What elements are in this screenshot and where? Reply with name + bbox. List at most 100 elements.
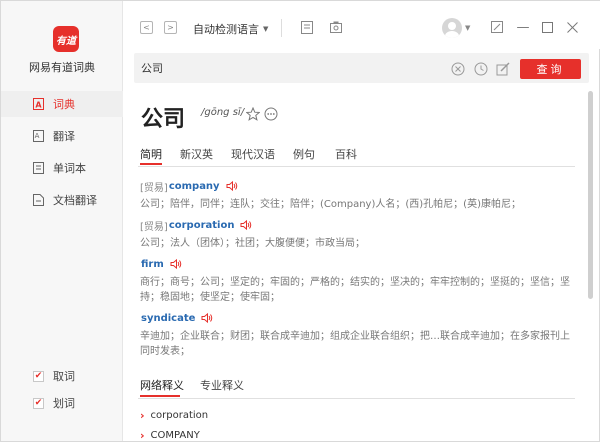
screenshot-translate-button[interactable] [329,20,343,35]
entry-definition: 公司；陪伴，同伴；连队；交往；陪伴；(Company)人名；(西)孔帕尼；(英)… [140,199,521,210]
chevron-right-icon: > [167,23,174,32]
notes-icon [301,21,313,34]
camera-icon [330,21,342,33]
translate-icon: A [33,130,44,142]
maximize-icon [541,21,553,33]
pin-icon [491,21,503,33]
entry-definition: 辛迪加；企业联合；财团；联合成辛迪加；组成企业联合组织；把…联合成辛迪加；在多家… [140,331,570,357]
speaker-icon[interactable] [170,258,182,270]
dictionary-icon: A [33,98,44,110]
scrollbar-thumb[interactable] [588,91,593,299]
chevron-down-icon[interactable]: ▼ [465,24,470,32]
tab-examples[interactable]: 例句 [293,146,315,162]
speaker-icon[interactable] [226,180,238,192]
maximize-button[interactable] [540,20,554,34]
entry-word[interactable]: company [169,181,220,192]
clear-button[interactable] [451,61,465,76]
close-button[interactable] [565,20,579,34]
sidebar-item-label: 翻译 [53,130,75,143]
chevron-right-icon: › [140,409,145,422]
list-item: [贸易] company 公司；陪伴，同伴；连队；交往；陪伴；(Company)… [140,179,575,212]
language-selector[interactable]: 自动检测语言 ▼ [193,21,268,37]
sidebar-item-wordbook[interactable]: 单词本 [1,155,123,181]
option-capture-word[interactable]: ✔ 取词 [33,369,75,383]
web-definition-word: COMPANY [150,430,200,441]
sidebar-item-translate[interactable]: A 翻译 [1,123,123,149]
option-select-word[interactable]: ✔ 划词 [33,396,75,410]
scrollbar[interactable] [588,91,593,439]
history-button[interactable] [474,61,488,76]
document-icon [33,194,44,206]
tab-concise[interactable]: 简明 [140,146,162,162]
divider [281,19,282,37]
dictionary-tabs: 简明 新汉英 现代汉语 例句 百科 [138,143,575,167]
entry-word[interactable]: syndicate [141,313,195,324]
pen-icon [496,62,510,76]
entry-definition: 商行；商号；公司；坚定的；牢固的；严格的；结实的；坚决的；牢牢控制的；坚挺的；坚… [140,277,570,303]
sidebar-item-label: 文档翻译 [53,194,97,207]
search-input[interactable] [141,60,441,76]
minimize-icon: — [516,19,530,35]
app-window: 有道 网易有道词典 A 词典 A 翻译 单词本 文档翻译 ✔ 取词 ✔ 划词 <… [0,0,600,442]
headword: 公司 [141,107,186,132]
sidebar-item-dictionary[interactable]: A 词典 [1,91,123,117]
web-definition-item[interactable]: › corporation [140,409,208,422]
tab-new-chinese-english[interactable]: 新汉英 [180,146,213,162]
sidebar-nav: A 词典 A 翻译 单词本 文档翻译 [1,91,123,219]
caret-down-icon: ▼ [263,25,269,33]
favorite-button[interactable] [245,106,261,121]
wordbook-icon [33,162,44,174]
translation-entries: [贸易] company 公司；陪伴，同伴；连队；交往；陪伴；(Company)… [140,179,575,365]
list-item: syndicate 辛迪加；企业联合；财团；联合成辛迪加；组成企业联合组织；把…… [140,311,575,359]
web-definition-word: corporation [150,410,209,421]
sidebar-item-label: 词典 [53,98,75,111]
entry-word[interactable]: firm [141,259,164,270]
back-button[interactable]: < [140,21,153,34]
top-bar: < > 自动检测语言 ▼ ▼ — [124,1,600,49]
svg-text:A: A [35,132,40,140]
sidebar-item-label: 单词本 [53,162,86,175]
chevron-left-icon: < [143,23,150,32]
pin-button[interactable] [490,20,504,34]
search-bar: 查询 [134,53,589,83]
option-label: 取词 [53,370,75,383]
tab-encyclopedia[interactable]: 百科 [335,146,357,162]
tab-professional-definitions[interactable]: 专业释义 [200,377,244,393]
entry-word[interactable]: corporation [169,220,235,231]
checkbox-select-word[interactable]: ✔ [33,397,44,409]
forward-button[interactable]: > [164,21,177,34]
user-avatar[interactable] [442,18,462,38]
clear-icon [451,62,465,76]
notes-button[interactable] [300,20,314,35]
speaker-icon[interactable] [240,219,252,231]
app-logo: 有道 [53,26,79,52]
svg-text:A: A [35,101,42,110]
list-item: firm 商行；商号；公司；坚定的；牢固的；严格的；结实的；坚决的；牢牢控制的；… [140,257,575,305]
entry-tag: [贸易] [140,221,168,233]
sidebar: 有道 网易有道词典 A 词典 A 翻译 单词本 文档翻译 ✔ 取词 ✔ 划词 [1,1,123,441]
query-button[interactable]: 查询 [520,59,581,79]
more-button[interactable] [264,106,278,121]
app-name: 网易有道词典 [29,61,95,74]
tab-modern-chinese[interactable]: 现代汉语 [231,146,275,162]
phonetic: /gōng sī/ [201,107,245,118]
entry-tag: [贸易] [140,182,168,194]
handwriting-button[interactable] [496,61,510,76]
chevron-right-icon: › [140,429,145,441]
result-panel: 公司 /gōng sī/ 简明 新汉英 现代汉语 例句 百科 [贸易] comp… [138,91,578,441]
web-definition-item[interactable]: › COMPANY [140,429,200,441]
definition-source-tabs: 网络释义 专业释义 [138,375,575,399]
sidebar-item-document-translate[interactable]: 文档翻译 [1,187,123,213]
entry-definition: 公司；法人（团体）；社团；大腹便便；市政当局； [140,238,365,249]
tab-web-definitions[interactable]: 网络释义 [140,377,184,393]
speaker-icon[interactable] [201,312,213,324]
option-label: 划词 [53,397,75,410]
list-item: [贸易] corporation 公司；法人（团体）；社团；大腹便便；市政当局； [140,218,575,251]
active-tab-indicator [140,163,162,165]
clock-icon [474,62,488,76]
checkbox-capture-word[interactable]: ✔ [33,370,44,382]
close-icon [566,21,578,33]
minimize-button[interactable]: — [516,19,530,35]
capture-options: ✔ 取词 ✔ 划词 [33,369,75,423]
more-icon [264,107,278,121]
